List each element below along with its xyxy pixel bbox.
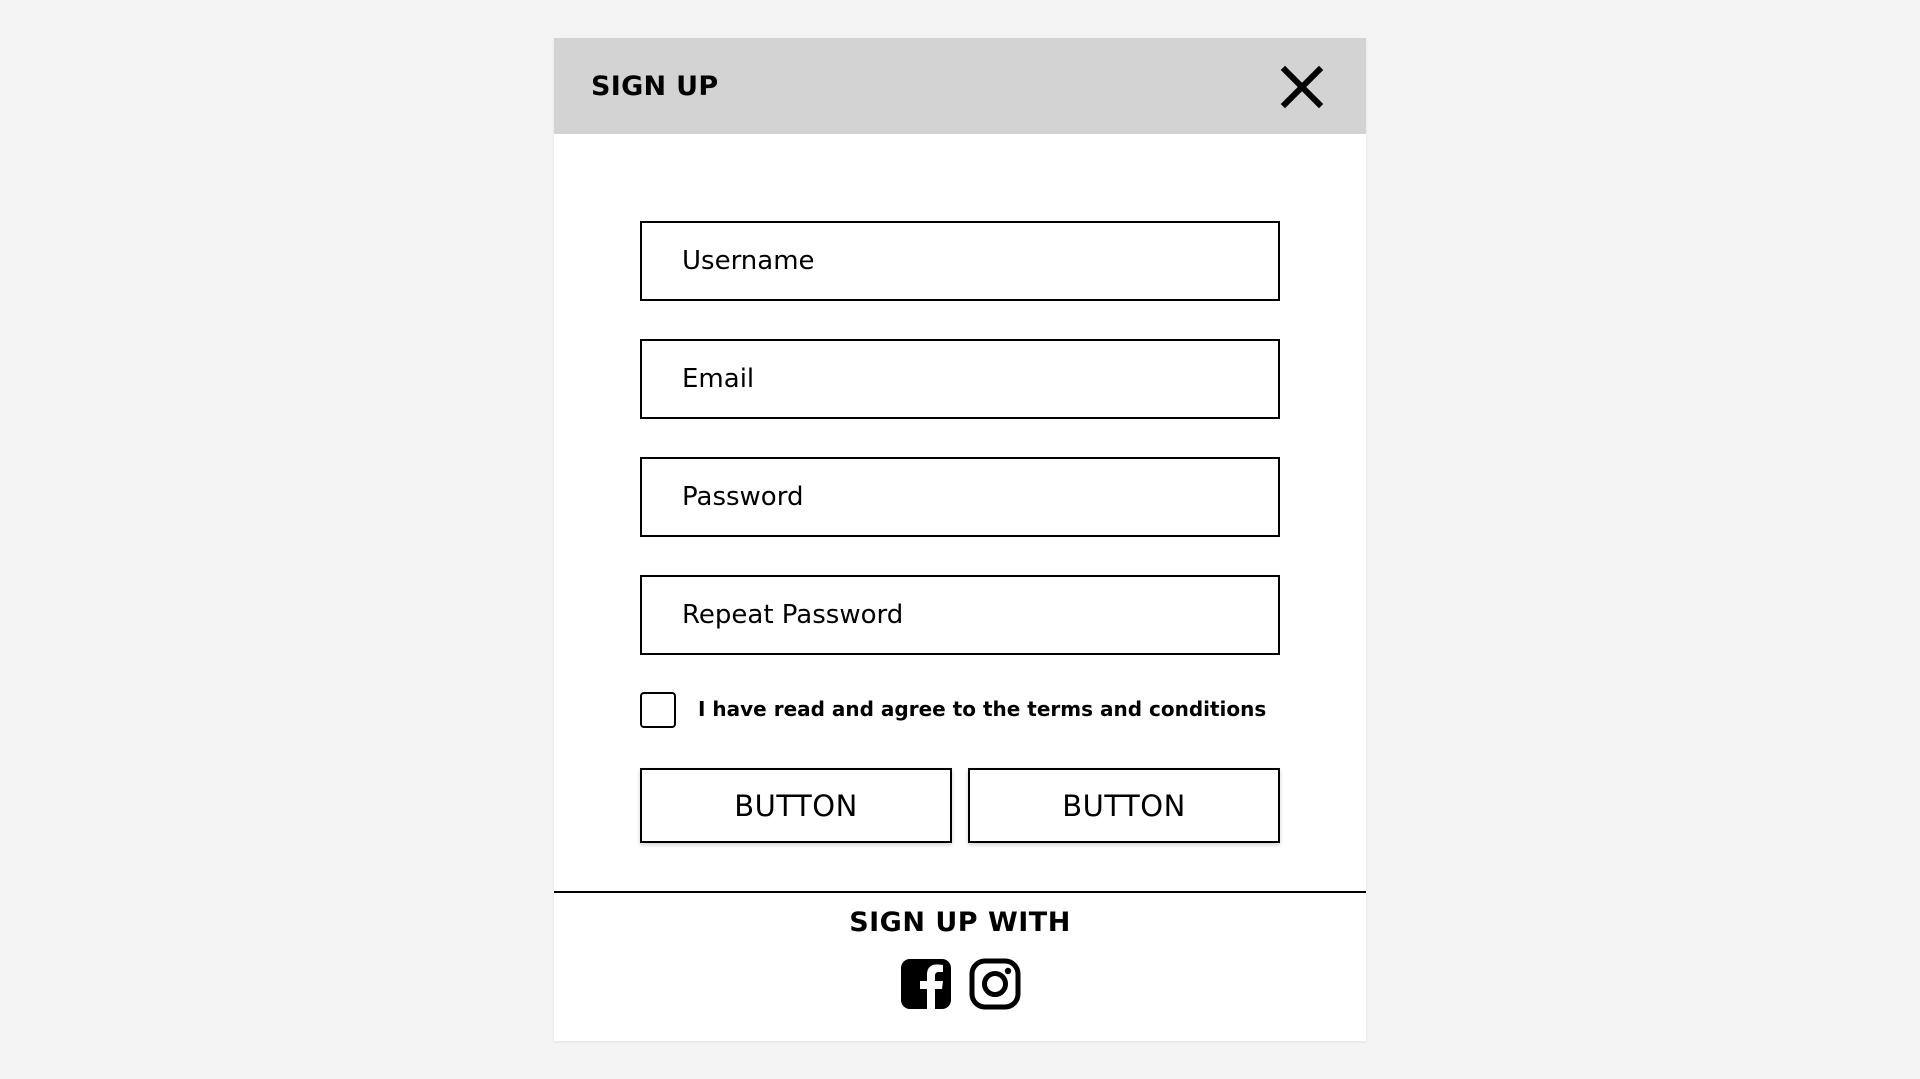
instagram-button[interactable]: [969, 958, 1021, 1010]
signup-with-heading: SIGN UP WITH: [849, 907, 1071, 938]
terms-label: I have read and agree to the terms and c…: [698, 697, 1267, 721]
terms-checkbox[interactable]: [640, 692, 676, 728]
primary-button[interactable]: BUTTON: [640, 768, 952, 843]
facebook-icon: [901, 959, 951, 1009]
repeat-password-field[interactable]: [642, 577, 1278, 653]
modal-title: SIGN UP: [591, 71, 719, 102]
username-field[interactable]: [642, 223, 1278, 299]
password-field[interactable]: [642, 459, 1278, 535]
modal-header: SIGN UP: [554, 38, 1366, 134]
close-icon: [1280, 65, 1324, 109]
footer-divider: [554, 891, 1366, 893]
secondary-button[interactable]: BUTTON: [968, 768, 1280, 843]
email-field[interactable]: [642, 341, 1278, 417]
username-field-box: [640, 221, 1280, 301]
instagram-icon: [969, 958, 1021, 1010]
password-field-box: [640, 457, 1280, 537]
close-button[interactable]: [1279, 64, 1325, 110]
repeat-password-field-box: [640, 575, 1280, 655]
email-field-box: [640, 339, 1280, 419]
signup-modal: SIGN UP I have read and agree to the ter…: [554, 38, 1366, 1041]
facebook-button[interactable]: [900, 958, 952, 1010]
